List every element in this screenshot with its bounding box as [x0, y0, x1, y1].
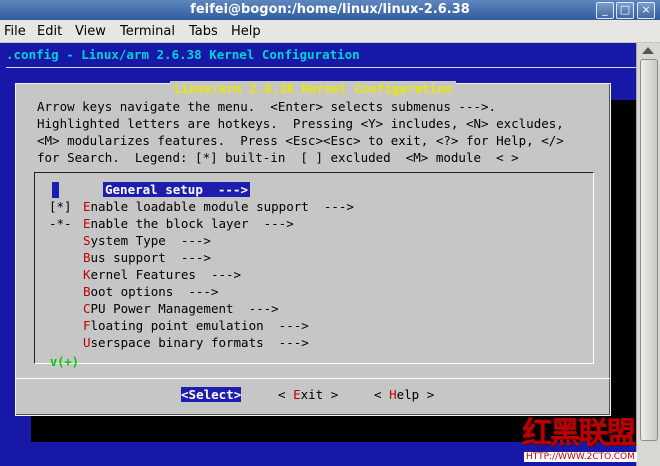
terminal-area[interactable]: .config - Linux/arm 2.6.38 Kernel Config… [0, 43, 636, 466]
cursor-block [52, 182, 59, 198]
hotkey: C [83, 301, 91, 316]
menu-item-boot-options[interactable]: Boot options ---> [49, 284, 218, 300]
help-line: Arrow keys navigate the menu. <Enter> se… [37, 99, 497, 114]
hotkey: B [83, 250, 91, 265]
menu-view[interactable]: View [75, 24, 106, 39]
window-titlebar: feifei@bogon:/home/linux/linux-2.6.38 _ … [0, 0, 660, 20]
hotkey: G [105, 182, 113, 197]
menu-terminal[interactable]: Terminal [120, 24, 175, 39]
menu-item-bus-support[interactable]: Bus support ---> [49, 250, 211, 266]
menu-item-floating-point[interactable]: Floating point emulation ---> [49, 318, 309, 334]
menu-edit[interactable]: Edit [37, 24, 62, 39]
button-separator [16, 378, 610, 379]
menu-tabs[interactable]: Tabs [189, 24, 218, 39]
menu-item-kernel-features[interactable]: Kernel Features ---> [49, 267, 241, 283]
config-title: .config - Linux/arm 2.6.38 Kernel Config… [6, 47, 360, 62]
window-title: feifei@bogon:/home/linux/linux-2.6.38 [190, 2, 470, 17]
close-button[interactable]: × [637, 2, 655, 19]
exit-button[interactable]: < Exit > [278, 387, 338, 402]
scroll-up-icon[interactable] [642, 47, 654, 54]
title-divider [6, 67, 636, 68]
hotkey: K [83, 267, 91, 282]
hotkey: U [83, 335, 91, 350]
menu-item-system-type[interactable]: System Type ---> [49, 233, 211, 249]
hotkey: B [83, 284, 91, 299]
hotkey: F [83, 318, 91, 333]
watermark: 红黑联盟 HTTP://WWW.2CTO.COM [520, 408, 660, 466]
menu-item-cpu-power[interactable]: CPU Power Management ---> [49, 301, 279, 317]
kernel-config-dialog: Linux/arm 2.6.38 Kernel Configuration Ar… [15, 81, 611, 416]
menu-file[interactable]: File [4, 24, 26, 39]
maximize-button[interactable]: □ [616, 2, 634, 19]
watermark-logo: 红黑联盟 [522, 416, 636, 451]
help-line: for Search. Legend: [*] built-in [ ] exc… [37, 150, 519, 165]
hotkey: E [83, 216, 91, 231]
help-line: Highlighted letters are hotkeys. Pressin… [37, 116, 564, 131]
dialog-title: Linux/arm 2.6.38 Kernel Configuration [169, 81, 457, 96]
scrollbar-thumb[interactable] [640, 59, 658, 441]
menu-help[interactable]: Help [231, 24, 261, 39]
scroll-indicator: v(+) [50, 355, 79, 369]
menu-bar: File Edit View Terminal Tabs Help [0, 20, 660, 43]
help-button[interactable]: < Help > [374, 387, 434, 402]
hotkey: E [83, 199, 91, 214]
terminal-scrollbar[interactable] [636, 43, 660, 466]
menu-item-loadable-modules[interactable]: [*] Enable loadable module support ---> [49, 199, 354, 215]
watermark-url: HTTP://WWW.2CTO.COM [524, 452, 637, 462]
menu-item-userspace-binary[interactable]: Userspace binary formats ---> [49, 335, 309, 351]
menu-item-general-setup[interactable]: General setup ---> [69, 182, 250, 198]
select-button[interactable]: <Select> [181, 387, 242, 402]
menu-item-block-layer[interactable]: -*- Enable the block layer ---> [49, 216, 294, 232]
help-line: <M> modularizes features. Press <Esc><Es… [37, 133, 564, 148]
minimize-button[interactable]: _ [596, 2, 614, 19]
hotkey: S [83, 233, 91, 248]
